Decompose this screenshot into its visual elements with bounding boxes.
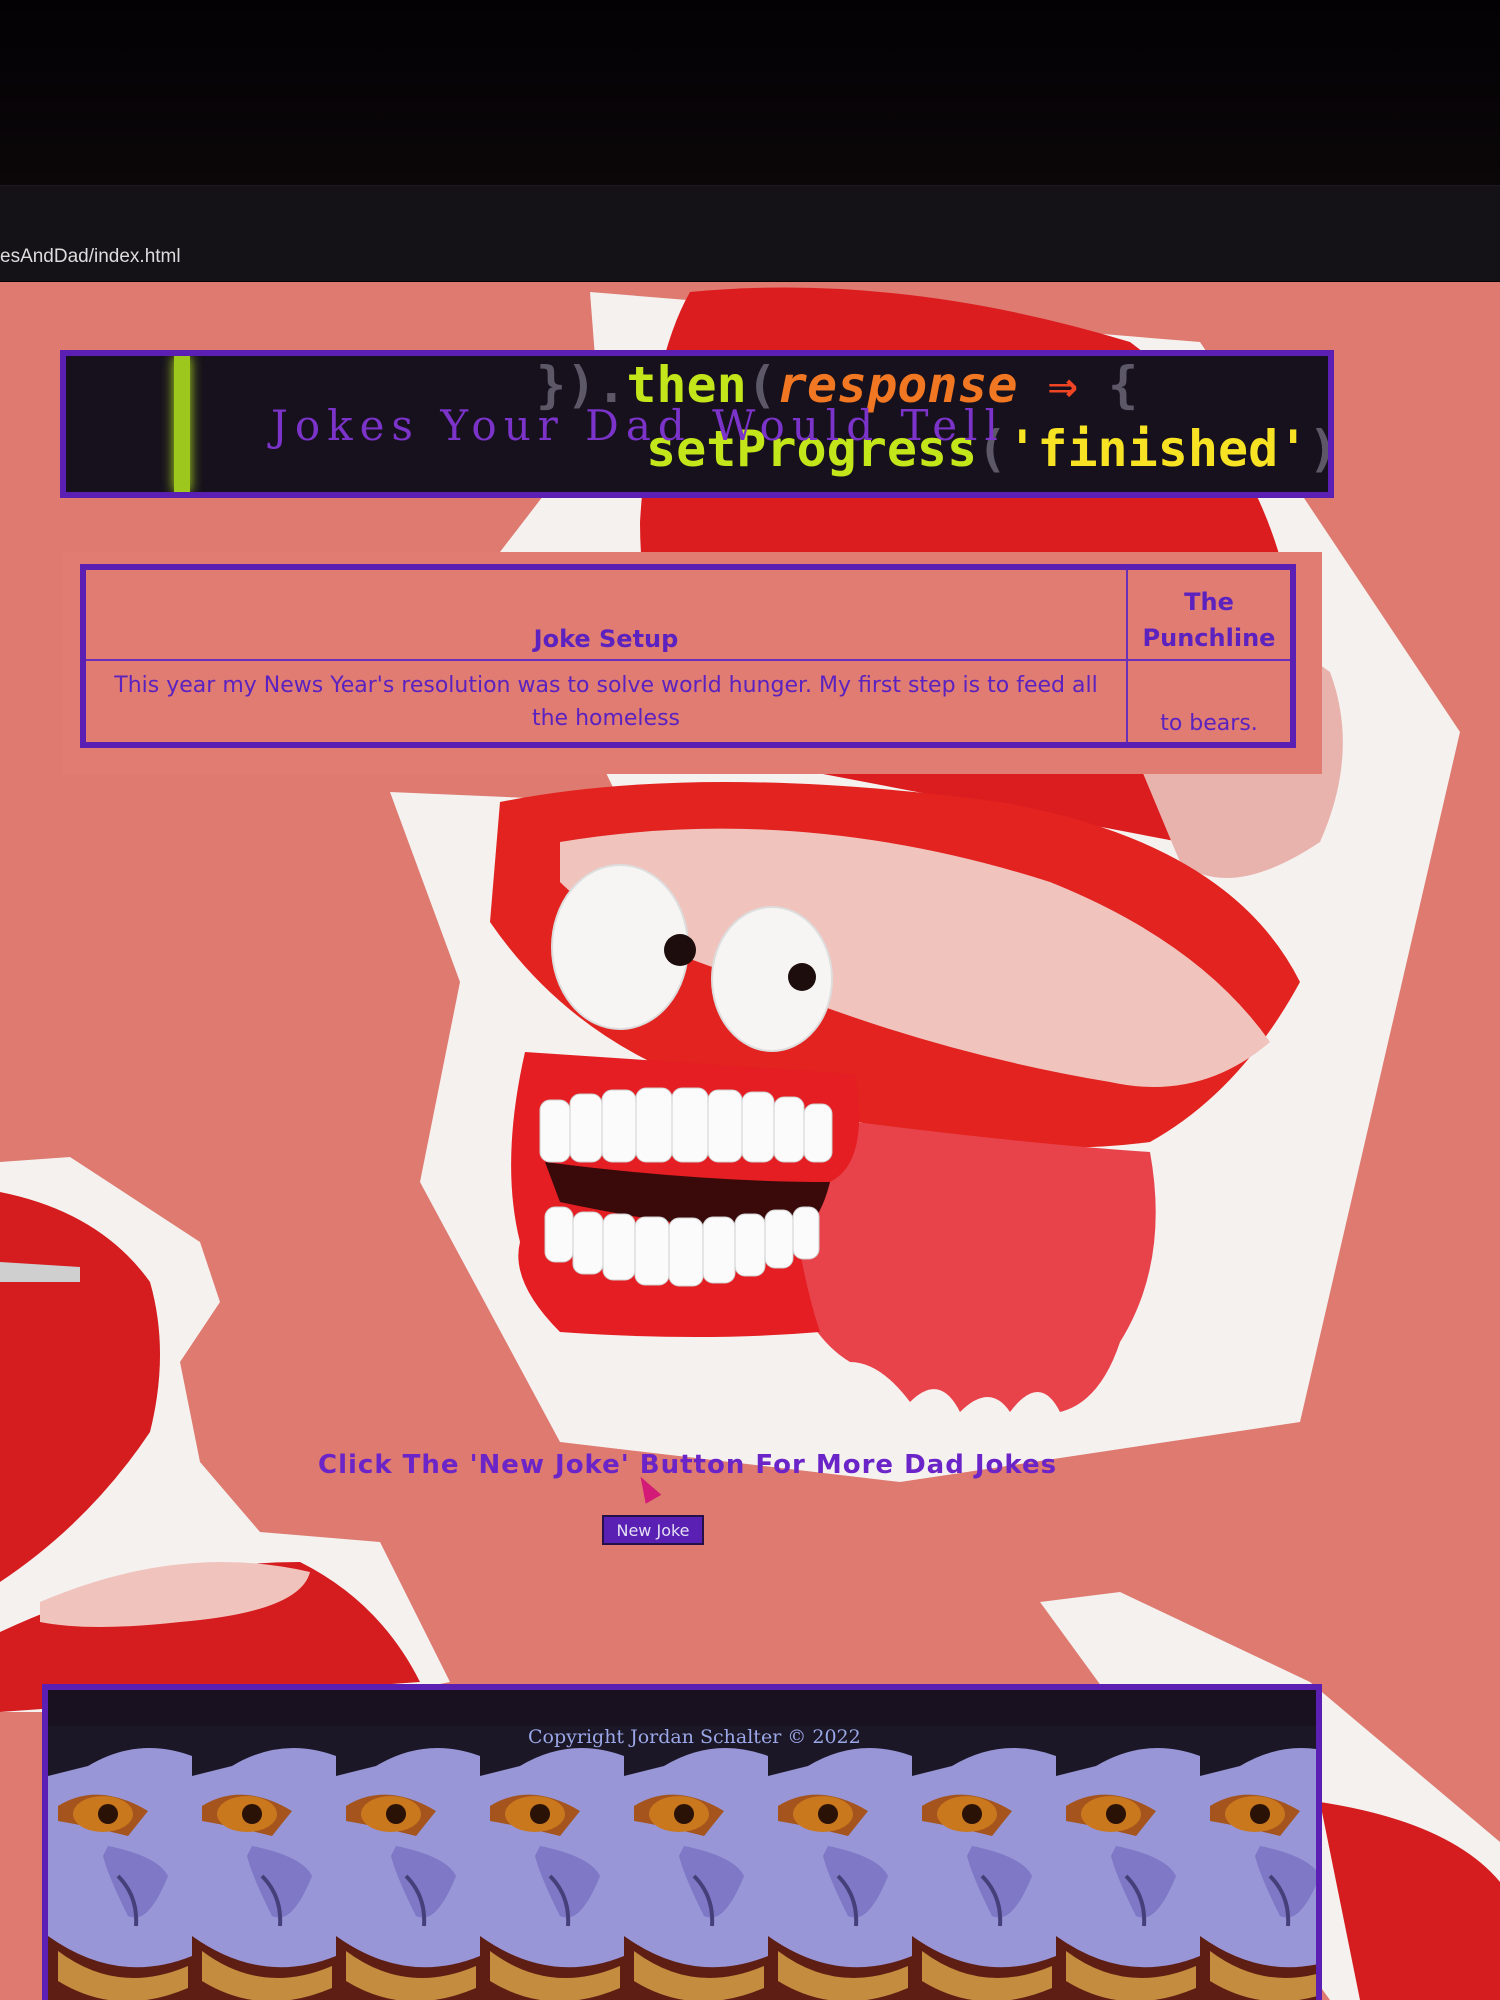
browser-address-bar[interactable]: esAndDad/index.html [0,185,1500,281]
new-joke-prompt: Click The 'New Joke' Button For More Dad… [318,1450,1058,1480]
monitor-bezel [0,0,1500,185]
joke-setup-header: Joke Setup [82,566,1128,661]
web-page: }).then(response ⇒ { setProgress('finish… [0,282,1500,2000]
copyright-text: Copyright Jordan Schalter © 2022 [528,1726,861,1748]
grinning-villain-footer-image [48,1726,1316,2000]
page-title: Jokes Your Dad Would Tell [271,401,1005,450]
new-joke-button[interactable]: New Joke [602,1515,704,1545]
table-row: This year my News Year's resolution was … [82,659,1294,746]
joke-card: Joke Setup The Punchline This year my Ne… [62,552,1322,774]
table-header-row: Joke Setup The Punchline [82,566,1294,661]
joke-table: Joke Setup The Punchline This year my Ne… [80,564,1296,748]
url-text: esAndDad/index.html [0,246,181,267]
joke-setup-cell: This year my News Year's resolution was … [82,659,1128,746]
editor-line-marker [174,356,190,492]
punchline-cell: to bears. [1126,659,1294,746]
page-footer: Copyright Jordan Schalter © 2022 [42,1684,1322,2000]
punchline-header: The Punchline [1126,566,1294,661]
page-header-banner: }).then(response ⇒ { setProgress('finish… [60,350,1334,498]
